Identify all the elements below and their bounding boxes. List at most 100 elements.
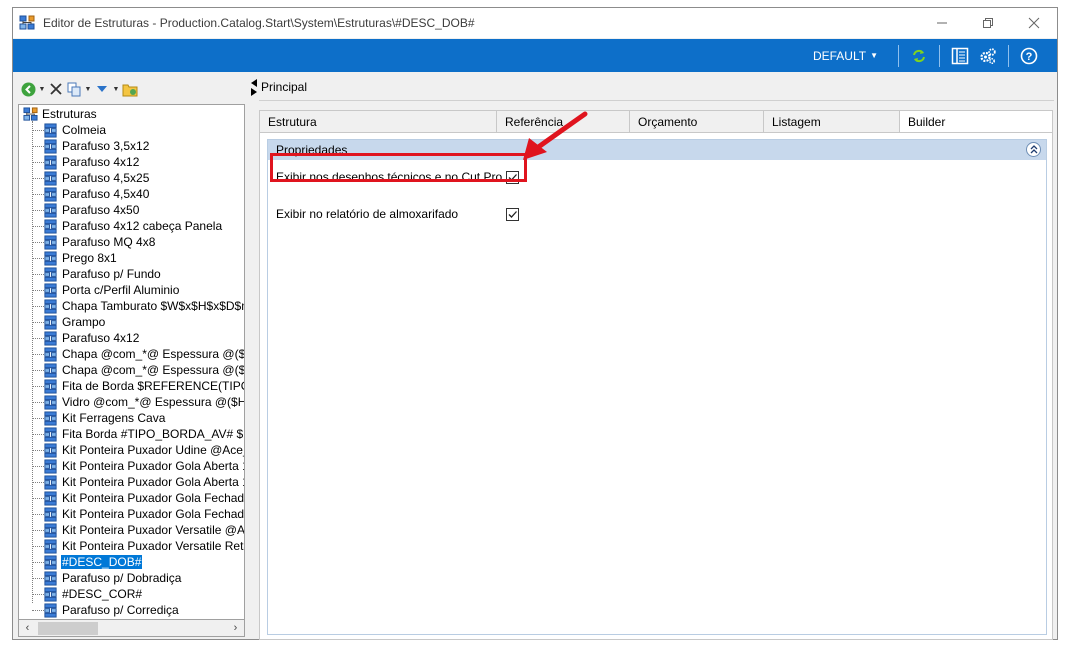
- tree-item[interactable]: Kit Ponteira Puxador Gola Aberta 1!: [19, 458, 244, 474]
- scrollbar-thumb[interactable]: [38, 621, 98, 635]
- tree-item[interactable]: Vidro @com_*@ Espessura @($H$: [19, 394, 244, 410]
- tree-item[interactable]: Fita de Borda $REFERENCE(TIPO: [19, 378, 244, 394]
- chevron-down-icon[interactable]: ▼: [38, 86, 46, 93]
- tree-item[interactable]: Parafuso 4x50: [19, 202, 244, 218]
- tree-item[interactable]: Grampo: [19, 314, 244, 330]
- tree-connector: [32, 514, 44, 515]
- tree-item[interactable]: Kit Ponteira Puxador Versatile @Ac: [19, 522, 244, 538]
- structure-node-icon: [44, 378, 57, 394]
- tree-item[interactable]: Kit Ponteira Puxador Gola Fechada: [19, 490, 244, 506]
- tree-connector: [32, 370, 44, 371]
- tree-connector: [32, 162, 44, 163]
- tree-item[interactable]: Chapa @com_*@ Espessura @($H: [19, 362, 244, 378]
- structure-folder-icon: [23, 106, 38, 121]
- top-toolbar: DEFAULT ▼ ?: [13, 39, 1057, 72]
- tree-item-label: Kit Ponteira Puxador Gola Aberta 1!: [62, 475, 244, 489]
- collapse-icon[interactable]: [1026, 142, 1041, 157]
- tree-connector: [32, 594, 44, 595]
- chevron-down-icon[interactable]: ▼: [84, 86, 92, 93]
- tree-item-label: Porta c/Perfil Aluminio: [62, 283, 180, 297]
- scroll-left-icon[interactable]: ‹: [19, 622, 36, 634]
- structure-node-icon: [44, 330, 57, 346]
- tree-item[interactable]: Chapa Tamburato $W$x$H$x$D$m: [19, 298, 244, 314]
- title-bar: Editor de Estruturas - Production.Catalo…: [13, 8, 1057, 38]
- tree-item-label: Fita Borda #TIPO_BORDA_AV# $F: [62, 427, 244, 441]
- tree-item[interactable]: Prego 8x1: [19, 250, 244, 266]
- tree-item[interactable]: Porta c/Perfil Aluminio: [19, 282, 244, 298]
- back-icon[interactable]: [20, 81, 36, 97]
- tree-item-label: Fita de Borda $REFERENCE(TIPO: [62, 379, 244, 393]
- tab-strip: Estrutura Referência Orçamento Listagem …: [259, 110, 1053, 132]
- tab-orcamento[interactable]: Orçamento: [629, 110, 764, 132]
- structure-node-icon: [44, 314, 57, 330]
- tree-item-label: Parafuso 4,5x40: [62, 187, 150, 201]
- tree-item[interactable]: Fita Borda #TIPO_BORDA_AV# $F: [19, 426, 244, 442]
- tree-item-label: Kit Ponteira Puxador Gola Fechada: [62, 491, 244, 505]
- tree-item[interactable]: Kit Ferragens Cava: [19, 410, 244, 426]
- tree-item[interactable]: Chapa @com_*@ Espessura @($H: [19, 346, 244, 362]
- restore-icon[interactable]: [965, 8, 1011, 38]
- chevron-down-icon[interactable]: ▼: [112, 86, 120, 93]
- structure-node-icon: [44, 538, 57, 554]
- refresh-icon[interactable]: [908, 45, 930, 67]
- settings-gears-icon[interactable]: [977, 45, 999, 67]
- tree-item[interactable]: #DESC_DOB#: [19, 554, 244, 570]
- tree-item-label: Kit Ponteira Puxador Gola Fechada: [62, 507, 244, 521]
- tree-connector: [32, 450, 44, 451]
- close-icon[interactable]: [1011, 8, 1057, 38]
- tree-connector: [32, 498, 44, 499]
- tree-item[interactable]: Kit Ponteira Puxador Udine @Ace_I: [19, 442, 244, 458]
- tree-item[interactable]: Parafuso p/ Fundo: [19, 266, 244, 282]
- tree-item[interactable]: Parafuso 4x12: [19, 330, 244, 346]
- tree-item[interactable]: Parafuso 4,5x40: [19, 186, 244, 202]
- tab-listagem[interactable]: Listagem: [763, 110, 900, 132]
- tab-builder[interactable]: Builder: [899, 110, 1053, 132]
- application-window: Editor de Estruturas - Production.Catalo…: [12, 7, 1058, 640]
- tree-item-label: Parafuso 4x50: [62, 203, 140, 217]
- tree-item[interactable]: Parafuso 4x12: [19, 154, 244, 170]
- tree-item[interactable]: Parafuso 3,5x12: [19, 138, 244, 154]
- window-controls: [919, 8, 1057, 38]
- tree-item[interactable]: #DESC_COR#: [19, 586, 244, 602]
- warehouse-report-checkbox[interactable]: [506, 208, 519, 221]
- tree-item-label: Parafuso p/ Corrediça: [62, 603, 179, 617]
- divider: [259, 100, 1054, 101]
- profile-label: DEFAULT: [812, 48, 867, 63]
- copy-icon[interactable]: [66, 81, 82, 97]
- move-down-icon[interactable]: [94, 81, 110, 97]
- panel-layout-icon[interactable]: [949, 45, 971, 67]
- structure-tree[interactable]: Estruturas Colmeia Parafuso 3,5x12 Parafus…: [18, 104, 245, 620]
- tree-item[interactable]: Kit Ponteira Puxador Gola Aberta 1!: [19, 474, 244, 490]
- splitter-toggle-icon[interactable]: [250, 78, 258, 96]
- tree-item-label: Vidro @com_*@ Espessura @($H$: [62, 395, 244, 409]
- tree-connector: [32, 546, 44, 547]
- profile-dropdown[interactable]: DEFAULT ▼: [813, 49, 878, 63]
- tree-item[interactable]: Kit Ponteira Puxador Versatile Reta: [19, 538, 244, 554]
- tab-estrutura[interactable]: Estrutura: [259, 110, 497, 132]
- tree-root[interactable]: Estruturas: [23, 106, 98, 122]
- help-icon[interactable]: ?: [1018, 45, 1040, 67]
- tree-item[interactable]: Parafuso p/ Dobradiça: [19, 570, 244, 586]
- tree-connector: [32, 274, 44, 275]
- folder-icon[interactable]: [122, 81, 138, 97]
- scroll-right-icon[interactable]: ›: [227, 622, 244, 634]
- tree-connector: [32, 130, 44, 131]
- tree-item-label: Kit Ponteira Puxador Udine @Ace_I: [62, 443, 244, 457]
- tree-item[interactable]: Parafuso 4,5x25: [19, 170, 244, 186]
- structure-node-icon: [44, 298, 57, 314]
- tree-item[interactable]: Parafuso 4x12 cabeça Panela: [19, 218, 244, 234]
- tree-connector: [32, 178, 44, 179]
- tree-item[interactable]: Kit Ponteira Puxador Gola Fechada: [19, 506, 244, 522]
- annotation-highlight-box: [270, 153, 527, 182]
- tree-item[interactable]: Colmeia: [19, 122, 244, 138]
- minimize-icon[interactable]: [919, 8, 965, 38]
- tree-item-label: Parafuso 4x12: [62, 155, 140, 169]
- structure-node-icon: [44, 410, 57, 426]
- tree-connector: [32, 354, 44, 355]
- delete-icon[interactable]: [48, 81, 64, 97]
- horizontal-scrollbar[interactable]: ‹ ›: [18, 620, 245, 637]
- tree-item[interactable]: Parafuso p/ Corrediça: [19, 602, 244, 618]
- tree-item[interactable]: Parafuso MQ 4x8: [19, 234, 244, 250]
- tree-item-label: Grampo: [62, 315, 106, 329]
- tree-connector: [32, 210, 44, 211]
